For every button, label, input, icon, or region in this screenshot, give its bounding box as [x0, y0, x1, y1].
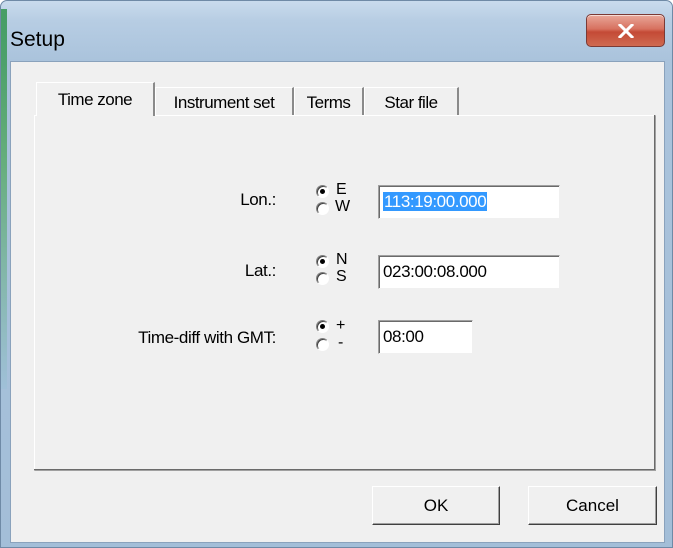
tab-instrument-set-label: Instrument set: [173, 92, 275, 112]
tab-star-file-label: Star file: [384, 92, 438, 112]
window-title: Setup: [10, 28, 65, 51]
lon-value-field[interactable]: 113:19:00.000: [378, 185, 560, 219]
gmt-label: Time-diff with GMT:: [138, 328, 276, 347]
lon-west-radio[interactable]: [316, 202, 329, 215]
tab-instrument-set[interactable]: Instrument set: [155, 87, 294, 117]
gmt-minus-label: -: [338, 334, 344, 351]
close-button[interactable]: [586, 14, 665, 47]
window-edge-decoration: [1, 9, 7, 389]
dialog-client-area: Time zone Instrument set Terms Star file…: [10, 61, 665, 543]
tab-terms-label: Terms: [306, 92, 351, 112]
lat-south-radio[interactable]: [316, 272, 329, 285]
gmt-plus-radio[interactable]: [316, 320, 329, 333]
cancel-button-label: Cancel: [566, 495, 619, 515]
ok-button-label: OK: [423, 495, 449, 515]
lat-north-label: N: [336, 251, 348, 268]
lat-value-field[interactable]: 023:00:08.000: [378, 255, 560, 289]
cancel-button[interactable]: Cancel: [528, 486, 657, 525]
ok-button[interactable]: OK: [372, 486, 500, 525]
lat-south-label: S: [336, 268, 347, 285]
tab-time-zone-label: Time zone: [57, 89, 133, 109]
close-icon: [617, 23, 634, 38]
gmt-value-text: 08:00: [383, 327, 424, 346]
tab-terms[interactable]: Terms: [294, 87, 364, 117]
lon-value-text: 113:19:00.000: [383, 192, 488, 211]
time-zone-panel: [34, 115, 656, 471]
lat-north-radio[interactable]: [316, 255, 329, 268]
gmt-minus-radio[interactable]: [316, 338, 329, 351]
gmt-value-field[interactable]: 08:00: [378, 320, 473, 354]
lat-value-text: 023:00:08.000: [383, 262, 487, 281]
setup-window: Setup Time zone Instrument set Terms Sta…: [0, 0, 673, 548]
lon-label: Lon.:: [240, 190, 276, 209]
tab-star-file[interactable]: Star file: [364, 87, 459, 117]
gmt-plus-label: +: [336, 317, 346, 334]
lon-east-label: E: [336, 181, 347, 198]
lon-west-label: W: [335, 198, 351, 215]
tab-time-zone[interactable]: Time zone: [36, 82, 155, 116]
lon-east-radio[interactable]: [316, 185, 329, 198]
lat-label: Lat.:: [244, 261, 276, 280]
